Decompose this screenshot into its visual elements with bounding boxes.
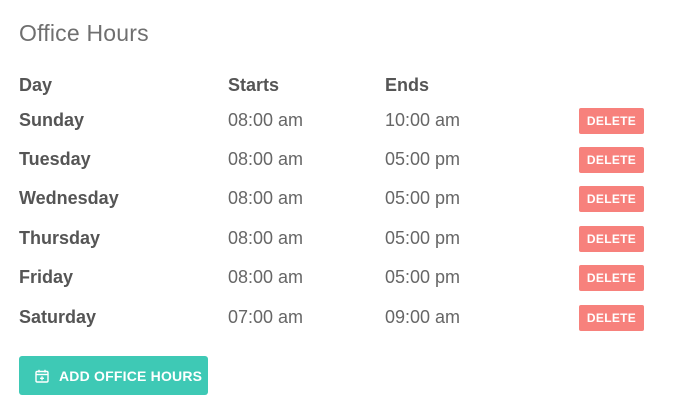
row-day: Saturday (19, 307, 97, 327)
page-title: Office Hours (19, 20, 149, 46)
row-day: Thursday (19, 228, 101, 248)
row-day: Friday (19, 267, 74, 287)
row-starts: 08:00 am (228, 267, 304, 287)
row-starts: 08:00 am (228, 149, 304, 169)
delete-button[interactable]: DELETE (579, 147, 644, 173)
row-ends: 09:00 am (385, 307, 461, 327)
row-starts: 08:00 am (228, 228, 304, 248)
row-ends: 10:00 am (385, 110, 461, 130)
row-starts: 08:00 am (228, 188, 304, 208)
row-ends: 05:00 pm (385, 267, 461, 287)
delete-button[interactable]: DELETE (579, 108, 644, 134)
add-office-hours-button[interactable]: ADD OFFICE HOURS (19, 356, 208, 395)
row-ends: 05:00 pm (385, 228, 461, 248)
delete-button[interactable]: DELETE (579, 305, 644, 331)
row-starts: 08:00 am (228, 110, 304, 130)
calendar-plus-icon (35, 369, 49, 383)
delete-button[interactable]: DELETE (579, 265, 644, 291)
header-starts: Starts (228, 75, 280, 95)
row-day: Wednesday (19, 188, 119, 208)
add-office-hours-label: ADD OFFICE HOURS (59, 367, 203, 384)
header-day: Day (19, 75, 53, 95)
row-ends: 05:00 pm (385, 188, 461, 208)
header-ends: Ends (385, 75, 430, 95)
row-day: Tuesday (19, 149, 91, 169)
row-starts: 07:00 am (228, 307, 304, 327)
row-ends: 05:00 pm (385, 149, 461, 169)
delete-button[interactable]: DELETE (579, 226, 644, 252)
delete-button[interactable]: DELETE (579, 186, 644, 212)
row-day: Sunday (19, 110, 85, 130)
